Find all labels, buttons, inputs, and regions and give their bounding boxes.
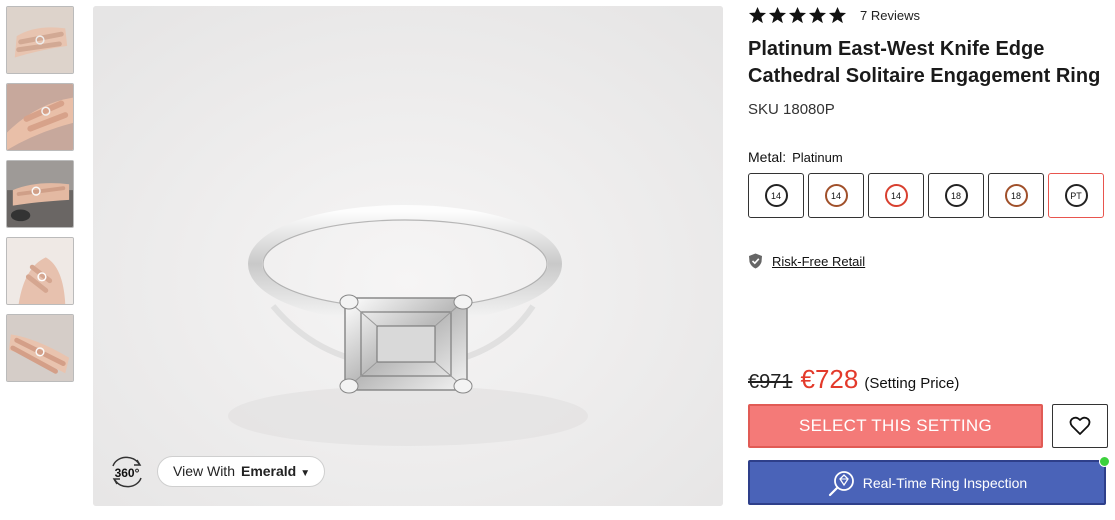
heart-icon	[1069, 416, 1091, 435]
metal-label-text: Metal:	[748, 149, 787, 165]
metal-option-14-rose[interactable]: 14	[808, 173, 864, 218]
chevron-down-icon: ▼	[300, 468, 311, 479]
magnifier-ring-icon	[828, 470, 854, 496]
hand-ring-image	[7, 7, 73, 73]
thumbnail-strip	[6, 6, 74, 391]
thumbnail-4[interactable]	[6, 237, 74, 305]
rotate-360-label: 360°	[115, 466, 140, 480]
view-with-shape: Emerald	[240, 463, 297, 479]
ring-inspection-label: Real-Time Ring Inspection	[862, 474, 1028, 491]
hand-ring-image	[7, 315, 73, 381]
product-sku: SKU 18080P	[748, 101, 835, 118]
metal-badge: 14	[764, 184, 788, 207]
rating-stars	[748, 6, 848, 25]
metal-option-14-yellow[interactable]: 14	[868, 173, 924, 218]
thumbnail-3[interactable]	[6, 160, 74, 228]
select-setting-button[interactable]: SELECT THIS SETTING	[748, 404, 1043, 448]
wishlist-button[interactable]	[1052, 404, 1108, 448]
rotate-360-icon: 360°	[112, 456, 142, 488]
view-with-dropdown[interactable]: View With Emerald ▼	[157, 456, 326, 487]
metal-option-18-rose[interactable]: 18	[988, 173, 1044, 218]
view-with-label: View With	[173, 463, 235, 479]
metal-options: 14 14 14 18 18 PT	[748, 173, 1108, 218]
hand-ring-image	[7, 84, 73, 150]
price-note: (Setting Price)	[864, 375, 960, 392]
risk-free-retail: Risk-Free Retail	[748, 253, 865, 269]
metal-option-14-white[interactable]: 14	[748, 173, 804, 218]
risk-free-retail-link[interactable]: Risk-Free Retail	[772, 254, 865, 269]
product-image-viewer[interactable]: 360° View With Emerald ▼	[93, 6, 723, 506]
hand-ring-image	[7, 161, 73, 227]
star-icon	[788, 6, 807, 24]
ring-image	[93, 6, 723, 506]
star-icon	[808, 6, 827, 24]
online-status-dot	[1099, 456, 1110, 467]
ring-inspection-button[interactable]: Real-Time Ring Inspection	[748, 460, 1106, 505]
star-icon	[768, 6, 787, 24]
metal-value: Platinum	[792, 150, 843, 165]
rotate-360-button[interactable]: 360°	[109, 456, 145, 488]
product-title: Platinum East-West Knife Edge Cathedral …	[748, 38, 1101, 87]
star-icon	[828, 6, 847, 24]
rating: 7 Reviews	[748, 6, 920, 25]
thumbnail-2[interactable]	[6, 83, 74, 151]
metal-option-platinum[interactable]: PT	[1048, 173, 1104, 218]
shield-check-icon	[749, 253, 762, 269]
reviews-link[interactable]: 7 Reviews	[860, 8, 920, 23]
hand-ring-image	[7, 238, 73, 304]
metal-badge: 14	[884, 184, 908, 207]
metal-label: Metal: Platinum	[748, 149, 843, 165]
price: €971 €728 (Setting Price)	[748, 364, 959, 395]
original-price: €971	[748, 371, 793, 393]
metal-option-18-white[interactable]: 18	[928, 173, 984, 218]
metal-badge: 18	[1004, 184, 1028, 207]
sale-price: €728	[800, 364, 859, 394]
metal-badge: PT	[1064, 184, 1088, 207]
metal-badge: 14	[824, 184, 848, 207]
metal-badge: 18	[944, 184, 968, 207]
thumbnail-1[interactable]	[6, 6, 74, 74]
star-icon	[748, 6, 767, 24]
thumbnail-5[interactable]	[6, 314, 74, 382]
